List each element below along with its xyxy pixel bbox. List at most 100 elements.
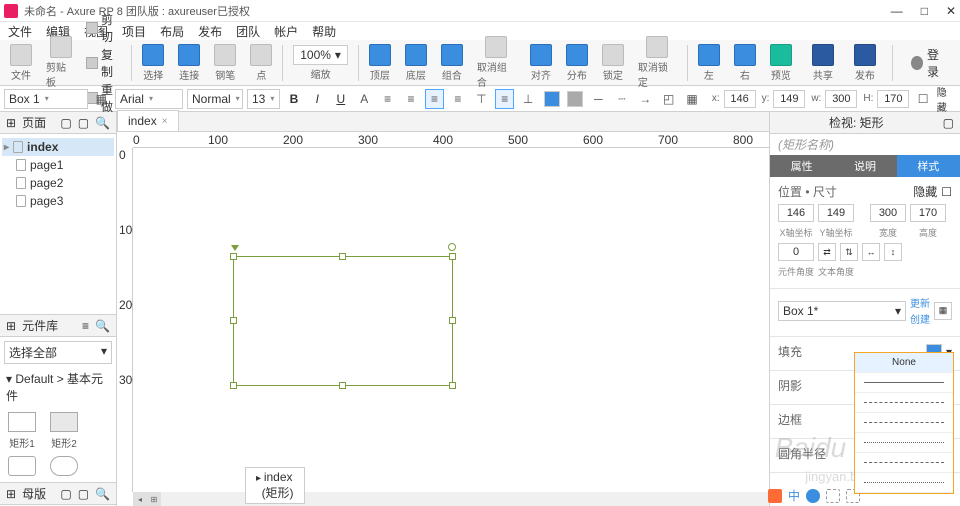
align-left-button[interactable]: ≡ — [401, 89, 420, 109]
bullets-button[interactable]: ≡ — [378, 89, 397, 109]
library-select[interactable]: 选择全部▾ — [4, 341, 112, 364]
rotate-handle[interactable] — [231, 245, 239, 251]
tool-align[interactable]: 对齐 — [524, 43, 558, 83]
fill-color-button[interactable] — [542, 89, 561, 109]
border-dotted[interactable] — [855, 433, 953, 453]
bottom-icon-2[interactable] — [806, 489, 820, 503]
line-width-button[interactable]: ─ — [589, 89, 608, 109]
border-dashed2[interactable] — [855, 413, 953, 433]
tool-zoom[interactable]: 100%▾缩放 — [287, 44, 354, 82]
tool-connect[interactable]: 连接 — [172, 43, 206, 83]
font-size-combo[interactable]: 13 — [247, 89, 280, 109]
login-button[interactable]: 登录 — [903, 44, 956, 82]
hide-checkbox[interactable]: ☐ — [913, 89, 932, 109]
library-path[interactable]: ▾ Default > 基本元件 — [0, 368, 116, 406]
font-style-combo[interactable]: Normal — [187, 89, 243, 109]
tab-properties[interactable]: 属性 — [770, 155, 833, 177]
widget-name-field[interactable]: (矩形名称) — [770, 134, 960, 155]
italic-button[interactable]: I — [308, 89, 327, 109]
menu-publish[interactable]: 发布 — [198, 23, 222, 40]
style-update-link[interactable]: 更新 — [910, 295, 930, 310]
tool-unlock[interactable]: 取消锁定 — [632, 35, 683, 90]
insp-h[interactable] — [910, 204, 946, 222]
tool-distribute[interactable]: 分布 — [560, 43, 594, 83]
insp-y[interactable] — [818, 204, 854, 222]
maximize-button[interactable]: □ — [921, 4, 928, 18]
menu-layout[interactable]: 布局 — [160, 23, 184, 40]
flip-h-icon[interactable]: ⇄ — [818, 243, 836, 261]
shape-extra2[interactable] — [50, 456, 78, 476]
valign-bottom-button[interactable]: ⊥ — [518, 89, 537, 109]
connector-handle[interactable] — [448, 243, 456, 251]
border-none[interactable]: None — [855, 353, 953, 373]
menu-help[interactable]: 帮助 — [312, 23, 336, 40]
hide-checkbox[interactable]: ☐ — [941, 185, 952, 199]
tool-lock[interactable]: 锁定 — [596, 43, 630, 83]
y-input[interactable] — [773, 90, 805, 108]
tool-ungroup[interactable]: 取消组合 — [471, 35, 522, 90]
horizontal-scrollbar[interactable]: ◂ ⊞ — [133, 492, 769, 506]
tool-left[interactable]: 左 — [692, 43, 726, 83]
tool-group-btn[interactable]: 组合 — [435, 43, 469, 83]
tool-top[interactable]: 顶层 — [363, 43, 397, 83]
style-manage-icon[interactable]: ▦ — [934, 302, 952, 320]
arrow-button[interactable]: → — [636, 89, 655, 109]
tab-index[interactable]: index× — [117, 110, 179, 131]
resize-s[interactable] — [339, 382, 346, 389]
line-color-button[interactable] — [565, 89, 584, 109]
resize-e[interactable] — [449, 317, 456, 324]
add-folder-icon[interactable]: ▢ — [78, 116, 89, 130]
autosize-w-icon[interactable]: ↔ — [862, 243, 880, 261]
tab-style[interactable]: 样式 — [897, 155, 960, 177]
insp-x[interactable] — [778, 204, 814, 222]
lib-menu-icon[interactable]: ≡ — [82, 319, 89, 333]
add-page-icon[interactable]: ▢ — [60, 116, 71, 130]
inspector-pin-icon[interactable]: ▢ — [943, 116, 954, 130]
tool-publish[interactable]: 发布 — [848, 43, 882, 83]
tool-cut[interactable]: 剪切 — [86, 11, 124, 45]
resize-ne[interactable] — [449, 253, 456, 260]
valign-top-button[interactable]: ⊤ — [472, 89, 491, 109]
tool-pen[interactable]: 钢笔 — [208, 43, 242, 83]
page-3[interactable]: page3 — [2, 192, 114, 210]
insp-rot[interactable] — [778, 243, 814, 261]
tool-bottom[interactable]: 底层 — [399, 43, 433, 83]
w-input[interactable] — [825, 90, 857, 108]
master-folder-icon[interactable]: ▢ — [78, 487, 89, 501]
tool-file[interactable]: 文件 — [4, 43, 38, 83]
master-search-icon[interactable]: 🔍 — [95, 487, 110, 501]
align-right-button[interactable]: ≡ — [448, 89, 467, 109]
tool-clipboard[interactable]: 剪贴板 — [40, 35, 81, 90]
shape-extra1[interactable] — [8, 456, 36, 476]
minimize-button[interactable]: — — [891, 4, 903, 18]
border-dashdot2[interactable] — [855, 473, 953, 493]
h-input[interactable] — [877, 90, 909, 108]
line-style-button[interactable]: ┈ — [612, 89, 631, 109]
tool-point[interactable]: 点 — [244, 43, 278, 83]
page-root[interactable]: ▸index — [2, 138, 114, 156]
resize-w[interactable] — [230, 317, 237, 324]
outline-tab[interactable]: ▸ index (矩形) — [245, 467, 305, 504]
tool-copy[interactable]: 复制 — [86, 46, 124, 80]
close-button[interactable]: ✕ — [946, 4, 956, 18]
shape-rect2[interactable]: 矩形2 — [50, 412, 78, 450]
page-2[interactable]: page2 — [2, 174, 114, 192]
flip-v-icon[interactable]: ⇅ — [840, 243, 858, 261]
pin-icon[interactable]: ⊞ — [6, 487, 16, 501]
widget-menu-icon[interactable]: ▦ — [92, 89, 111, 109]
master-add-icon[interactable]: ▢ — [60, 487, 71, 501]
tool-preview[interactable]: 预览 — [764, 43, 798, 83]
bold-button[interactable]: B — [284, 89, 303, 109]
border-dashdot[interactable] — [855, 453, 953, 473]
bottom-icon-1[interactable] — [768, 489, 782, 503]
insp-w[interactable] — [870, 204, 906, 222]
menu-team[interactable]: 团队 — [236, 23, 260, 40]
menu-file[interactable]: 文件 — [8, 23, 32, 40]
border-dashed[interactable] — [855, 393, 953, 413]
page-1[interactable]: page1 — [2, 156, 114, 174]
resize-se[interactable] — [449, 382, 456, 389]
corner-button[interactable]: ◰ — [659, 89, 678, 109]
widget-combo[interactable]: Box 1 — [4, 89, 88, 109]
autosize-h-icon[interactable]: ↕ — [884, 243, 902, 261]
resize-nw[interactable] — [230, 253, 237, 260]
